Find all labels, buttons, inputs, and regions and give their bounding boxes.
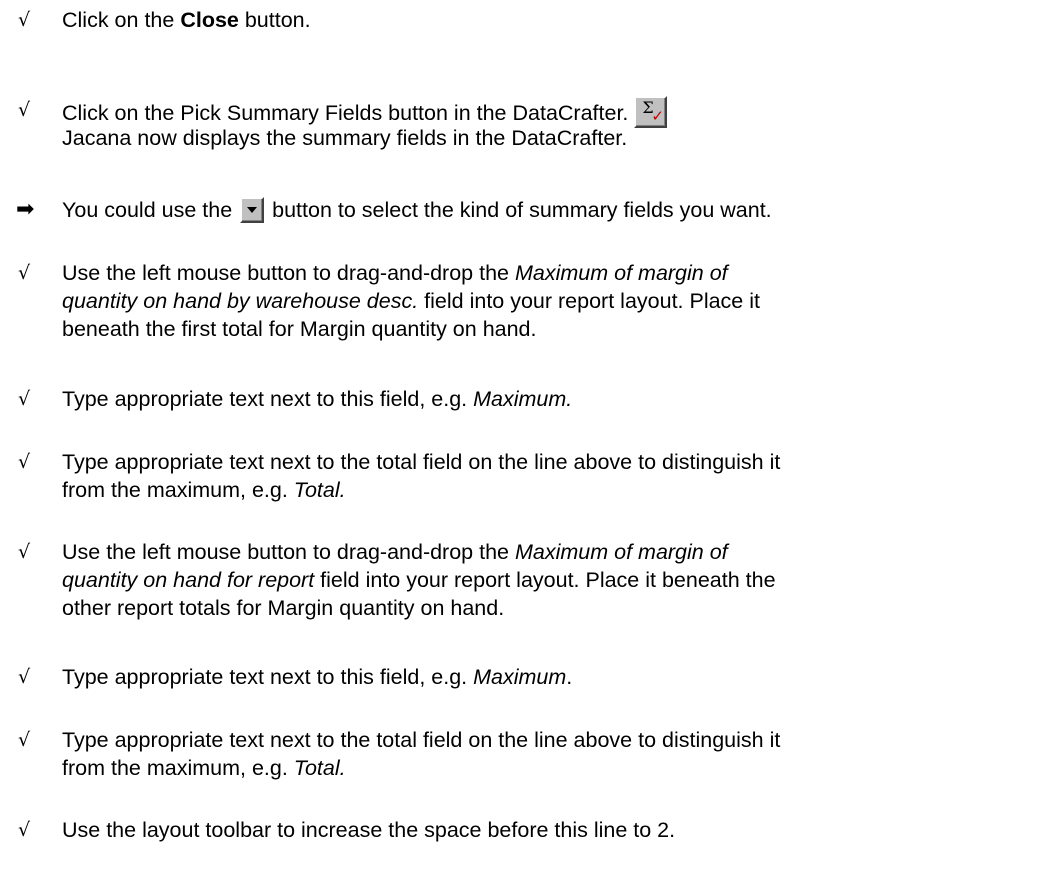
step-text: Use the layout toolbar to increase the s… bbox=[62, 818, 676, 842]
check-bullet: √ bbox=[18, 388, 31, 410]
step-text: Use the left mouse button to drag-and-dr… bbox=[62, 540, 776, 620]
tip-text: You could use the button to select the k… bbox=[62, 197, 772, 223]
dropdown-arrow-icon[interactable] bbox=[240, 197, 265, 223]
check-bullet: √ bbox=[18, 99, 31, 121]
step-text: Use the left mouse button to drag-and-dr… bbox=[62, 261, 760, 341]
check-bullet: √ bbox=[18, 819, 31, 841]
step-text: Type appropriate text next to this field… bbox=[62, 387, 573, 411]
step-text: Type appropriate text next to the total … bbox=[62, 728, 781, 780]
pick-summary-fields-icon[interactable]: Σ ✓ bbox=[634, 96, 668, 128]
step-text: Click on the Pick Summary Fields button … bbox=[62, 96, 1052, 152]
step-text: Type appropriate text next to this field… bbox=[62, 665, 573, 689]
check-bullet: √ bbox=[18, 262, 31, 284]
close-label: Close bbox=[180, 8, 239, 32]
check-bullet: √ bbox=[18, 541, 31, 563]
arrow-bullet-icon: ➡ bbox=[16, 197, 35, 222]
check-bullet: √ bbox=[18, 666, 31, 688]
check-icon: ✓ bbox=[651, 107, 664, 125]
step-text: Type appropriate text next to the total … bbox=[62, 450, 781, 502]
step-text: Click on the Close button. bbox=[62, 8, 311, 32]
check-bullet: √ bbox=[18, 9, 31, 31]
check-bullet: √ bbox=[18, 451, 31, 473]
check-bullet: √ bbox=[18, 729, 31, 751]
